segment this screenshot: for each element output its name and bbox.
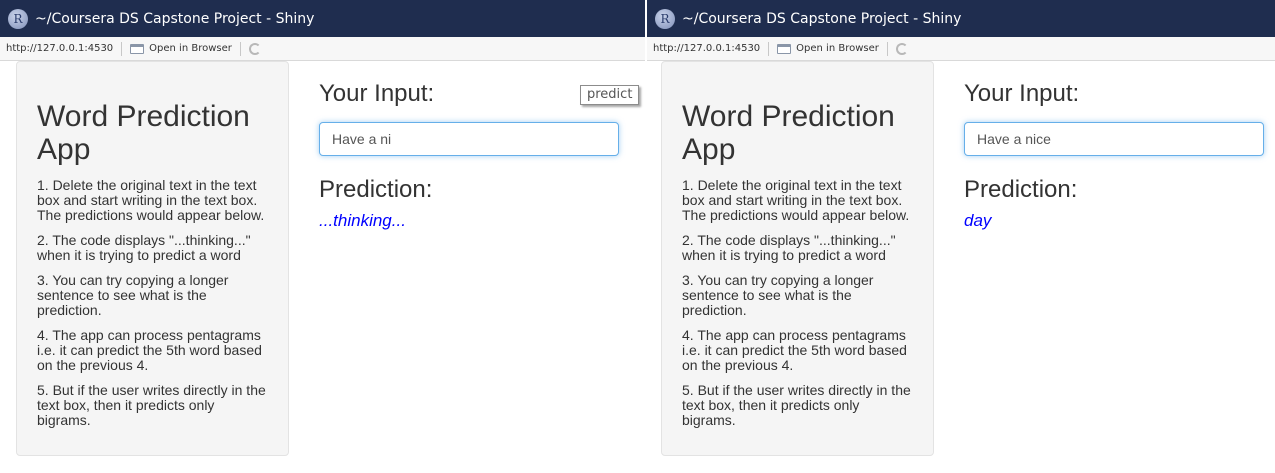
app-title: Word Prediction App [682, 100, 895, 166]
instruction-text: 4. The app can process pentagrams i.e. i… [37, 327, 262, 373]
instruction-text: 5. But if the user writes directly in th… [37, 382, 266, 428]
window-title: ~/Coursera DS Capstone Project - Shiny [682, 10, 962, 27]
prediction-output: ...thinking... [319, 211, 406, 230]
prediction-label: Prediction: [319, 176, 433, 203]
instruction-text: 2. The code displays "...thinking..." wh… [37, 232, 251, 263]
app-title: Word Prediction App [37, 100, 250, 166]
text-input[interactable] [964, 122, 1264, 156]
instruction-text: 3. You can try copying a longer sentence… [682, 272, 874, 318]
prediction-label: Prediction: [964, 176, 1078, 203]
instruction-text: 2. The code displays "...thinking..." wh… [682, 232, 896, 263]
toolbar-divider [239, 41, 241, 56]
toolbar-divider [886, 41, 888, 56]
url-text: http://127.0.0.1:4530 [6, 43, 114, 54]
r-logo-icon: R [8, 8, 28, 29]
sidebar-panel: Word Prediction App 1. Delete the origin… [661, 61, 934, 456]
toolbar-divider [768, 41, 770, 56]
viewer-toolbar: http://127.0.0.1:4530 Open in Browser [0, 37, 645, 61]
shiny-window-right: R ~/Coursera DS Capstone Project - Shiny… [647, 0, 1275, 473]
predict-tooltip: predict [580, 85, 640, 105]
input-label: Your Input: [319, 80, 435, 107]
refresh-icon[interactable] [248, 42, 261, 55]
input-label: Your Input: [964, 80, 1080, 107]
instruction-text: 3. You can try copying a longer sentence… [37, 272, 229, 318]
instruction-text: 1. Delete the original text in the text … [682, 177, 910, 223]
app-content: Word Prediction App 1. Delete the origin… [647, 61, 1275, 473]
browser-icon [130, 43, 145, 54]
open-in-browser-button[interactable]: Open in Browser [149, 43, 232, 54]
prediction-output: day [964, 211, 992, 230]
instruction-text: 5. But if the user writes directly in th… [682, 382, 911, 428]
window-titlebar: R ~/Coursera DS Capstone Project - Shiny [0, 0, 645, 37]
text-input[interactable] [319, 122, 619, 156]
viewer-toolbar: http://127.0.0.1:4530 Open in Browser [647, 37, 1275, 61]
open-in-browser-button[interactable]: Open in Browser [796, 43, 879, 54]
instruction-text: 4. The app can process pentagrams i.e. i… [682, 327, 907, 373]
toolbar-divider [121, 41, 123, 56]
sidebar-panel: Word Prediction App 1. Delete the origin… [16, 61, 289, 456]
window-title: ~/Coursera DS Capstone Project - Shiny [35, 10, 315, 27]
browser-icon [777, 43, 792, 54]
instruction-text: 1. Delete the original text in the text … [37, 177, 265, 223]
window-titlebar: R ~/Coursera DS Capstone Project - Shiny [647, 0, 1275, 37]
r-logo-icon: R [655, 8, 675, 29]
main-panel: Your Input: Prediction: ...thinking... [319, 81, 619, 231]
app-content: Word Prediction App 1. Delete the origin… [0, 61, 645, 473]
shiny-window-left: R ~/Coursera DS Capstone Project - Shiny… [0, 0, 645, 473]
url-text: http://127.0.0.1:4530 [653, 43, 761, 54]
refresh-icon[interactable] [895, 42, 908, 55]
main-panel: Your Input: Prediction: day [964, 81, 1264, 231]
